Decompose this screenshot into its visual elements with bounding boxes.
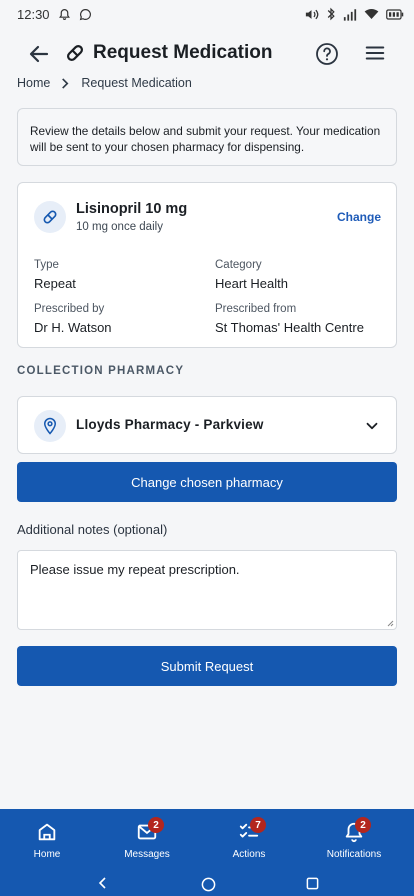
nav-actions[interactable]: 7 Actions bbox=[199, 809, 299, 865]
breadcrumb-current: Request Medication bbox=[81, 76, 192, 90]
pill-icon bbox=[66, 44, 84, 62]
medication-dosage: 10 mg once daily bbox=[76, 221, 163, 233]
prescribed-from-label: Prescribed from bbox=[215, 303, 297, 315]
nav-actions-label: Actions bbox=[232, 849, 266, 860]
chevron-right-icon bbox=[61, 77, 69, 89]
prescribed-by-label: Prescribed by bbox=[34, 303, 105, 315]
page-title: Request Medication bbox=[93, 42, 273, 63]
wifi-icon bbox=[364, 9, 379, 19]
change-pharmacy-button[interactable]: Change chosen pharmacy bbox=[17, 462, 397, 502]
bluetooth-icon bbox=[327, 7, 335, 21]
system-back-icon[interactable] bbox=[97, 877, 109, 889]
nav-home[interactable]: Home bbox=[0, 809, 97, 865]
submit-request-button[interactable]: Submit Request bbox=[17, 646, 397, 686]
pharmacy-name: Lloyds Pharmacy - Parkview bbox=[76, 417, 264, 432]
bottom-navigation: Home 2 Messages 7 Actions 2 Notification… bbox=[0, 809, 414, 896]
pill-icon bbox=[43, 210, 57, 224]
intro-info-box: Review the details below and submit your… bbox=[17, 108, 397, 166]
signal-icon bbox=[343, 8, 357, 21]
location-pin-icon bbox=[43, 417, 57, 435]
breadcrumb: Home Request Medication bbox=[17, 76, 192, 90]
system-navigation-bar bbox=[0, 871, 414, 895]
home-icon bbox=[38, 823, 56, 841]
pharmacy-avatar bbox=[34, 410, 66, 442]
prescribed-from-value: St Thomas' Health Centre bbox=[215, 320, 364, 335]
notes-textarea[interactable]: Please issue my repeat prescription. bbox=[17, 550, 397, 630]
vibrate-icon bbox=[305, 9, 319, 19]
nav-messages[interactable]: 2 Messages bbox=[97, 809, 197, 865]
pharmacy-selector[interactable]: Lloyds Pharmacy - Parkview bbox=[17, 396, 397, 454]
app-bar: Request Medication bbox=[0, 36, 414, 72]
change-medication-link[interactable]: Change bbox=[337, 210, 381, 224]
medication-avatar bbox=[34, 201, 66, 233]
type-value: Repeat bbox=[34, 276, 76, 291]
nav-notifications-label: Notifications bbox=[326, 849, 382, 860]
medication-name: Lisinopril 10 mg bbox=[76, 201, 188, 217]
messages-badge: 2 bbox=[148, 817, 164, 833]
resize-grip-icon[interactable] bbox=[386, 619, 394, 627]
actions-badge: 7 bbox=[250, 817, 266, 833]
category-value: Heart Health bbox=[215, 276, 288, 291]
battery-icon bbox=[386, 8, 404, 20]
nav-notifications[interactable]: 2 Notifications bbox=[304, 809, 404, 865]
notifications-badge: 2 bbox=[355, 817, 371, 833]
breadcrumb-home[interactable]: Home bbox=[17, 76, 50, 90]
hamburger-menu-icon[interactable] bbox=[364, 42, 386, 64]
intro-text: Review the details below and submit your… bbox=[30, 124, 381, 154]
medication-card: Lisinopril 10 mg 10 mg once daily Change… bbox=[17, 182, 397, 348]
prescribed-by-value: Dr H. Watson bbox=[34, 320, 112, 335]
chat-status-icon bbox=[79, 8, 91, 20]
chevron-down-icon[interactable] bbox=[363, 417, 381, 435]
category-label: Category bbox=[215, 259, 262, 271]
back-arrow-icon[interactable] bbox=[26, 42, 52, 66]
system-home-icon[interactable] bbox=[201, 877, 216, 892]
type-label: Type bbox=[34, 259, 59, 271]
status-bar: 12:30 bbox=[0, 0, 414, 28]
nav-messages-label: Messages bbox=[124, 849, 170, 860]
bell-status-icon bbox=[58, 8, 70, 20]
notes-label: Additional notes (optional) bbox=[17, 522, 168, 537]
system-recents-icon[interactable] bbox=[306, 877, 319, 890]
notes-value: Please issue my repeat prescription. bbox=[30, 562, 240, 577]
status-time: 12:30 bbox=[17, 6, 50, 22]
collection-pharmacy-heading: COLLECTION PHARMACY bbox=[17, 365, 185, 377]
help-icon[interactable] bbox=[315, 42, 339, 66]
nav-home-label: Home bbox=[33, 849, 61, 860]
